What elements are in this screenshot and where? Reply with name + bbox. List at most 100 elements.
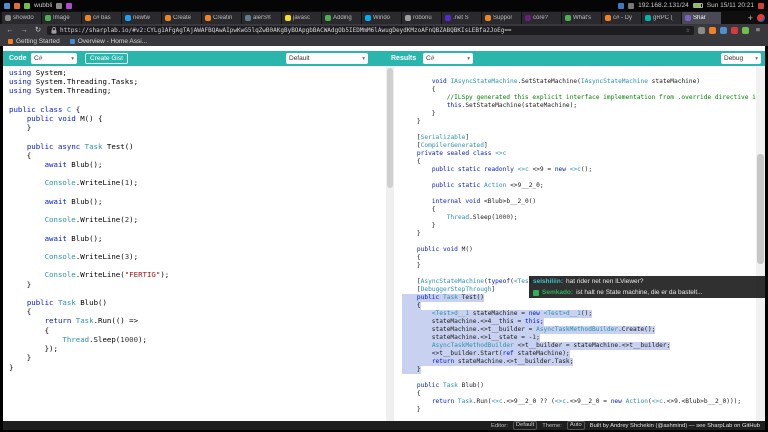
app-icon[interactable] (66, 2, 73, 9)
code-line: public Task Blub() (416, 382, 484, 389)
bookmark-favicon-icon (69, 38, 75, 44)
editor-setting-value[interactable]: Default (512, 421, 538, 430)
extension-icon[interactable] (731, 26, 738, 34)
new-tab-button[interactable]: + (744, 12, 757, 24)
browser-tab[interactable]: alerS® (242, 12, 282, 24)
theme-setting-value[interactable]: Auto (566, 421, 585, 430)
extension-icon[interactable] (720, 26, 727, 34)
code-line: await Blub(); (44, 196, 103, 206)
browser-tab[interactable]: .net S (442, 12, 482, 24)
branch-select[interactable]: Default ▾ (286, 53, 368, 64)
tray-icon[interactable] (628, 2, 635, 9)
code-line: Thread.Sleep(1000); (62, 334, 147, 344)
network-address: 192.168.2.131/24 (638, 2, 689, 9)
browser-tab[interactable]: showdo (2, 12, 42, 24)
footer-credits[interactable]: Built by Andrey Shchekin (@ashmind) — se… (590, 423, 760, 429)
back-icon[interactable]: ← (5, 25, 15, 35)
results-lines: void IAsyncStateMachine.SetStateMachine(… (402, 78, 756, 414)
code-line: { (9, 307, 32, 317)
browser-tab[interactable]: c# bas (82, 12, 122, 24)
browser-tab[interactable]: Create (162, 12, 202, 24)
browser-tab-strip: showdo Image c# bas newtw Create Creatin alerS… (0, 11, 768, 24)
code-line: } (402, 262, 421, 269)
chevron-down-icon: ▾ (362, 55, 365, 62)
browser-tab[interactable]: Windo (362, 12, 402, 24)
code-line: <Test>d__1 stateMachine = new <Test>d__1… (402, 310, 593, 318)
browser-tab[interactable]: gRPC ( (642, 12, 682, 24)
results-language-select[interactable]: C# ▾ (423, 53, 473, 64)
code-editor[interactable]: using System; using System.Threading.Task… (3, 66, 386, 421)
tab-favicon-icon (685, 15, 691, 21)
create-gist-button[interactable]: Create Gist (85, 53, 128, 64)
tab-label: robonu (413, 15, 432, 21)
bookmark-item[interactable]: Overview - Home Assi... (69, 38, 147, 45)
bookmark-item[interactable]: Getting Started (8, 38, 60, 45)
chat-text: hat rider net nen ILViewer? (565, 278, 644, 285)
app-icon[interactable] (14, 2, 20, 9)
url-bar[interactable]: https://sharplab.io/#v2:CYLg1AFgAgTAjAWA… (47, 25, 694, 35)
browser-tab[interactable]: c# - Dy (602, 12, 642, 24)
app-icon[interactable] (4, 2, 10, 9)
code-line: AsyncTaskMethodBuilder <>t__builder = st… (402, 342, 671, 350)
browser-tab[interactable]: Adding (322, 12, 362, 24)
code-line: stateMachine.<>4__this = this; (402, 318, 544, 326)
results-scrollbar-thumb[interactable] (757, 154, 764, 264)
build-mode-select[interactable]: Debug ▾ (721, 53, 761, 64)
editor-scrollbar-thumb[interactable] (387, 68, 393, 188)
tab-label: Adding (333, 15, 352, 21)
browser-tab[interactable]: What's (562, 12, 602, 24)
tray-icon[interactable] (618, 2, 625, 9)
code-line: { (9, 150, 32, 160)
sharplab-header: Code C# ▾ Create Gist Default ▾ Results … (3, 51, 765, 66)
forward-icon[interactable]: → (19, 25, 29, 35)
browser-tab[interactable]: newtw (122, 12, 162, 24)
browser-tab[interactable]: robonu (402, 12, 442, 24)
browser-tab[interactable]: Image (42, 12, 82, 24)
code-line: public Task Test() (402, 294, 484, 302)
code-line: { (9, 325, 50, 335)
browser-tab[interactable]: javasc (282, 12, 322, 24)
code-line: } (402, 366, 421, 374)
browser-tab[interactable]: core? (522, 12, 562, 24)
results-pane[interactable]: void IAsyncStateMachine.SetStateMachine(… (394, 66, 756, 421)
code-line: return stateMachine.<>t__builder.Task; (402, 358, 574, 366)
reload-icon[interactable]: ↻ (33, 25, 43, 35)
tab-label: Creatin (213, 15, 233, 21)
code-line: using System; (9, 68, 67, 77)
menu-icon[interactable]: ≡ (753, 25, 763, 35)
tab-overflow-icon[interactable] (757, 14, 765, 22)
extension-icon[interactable] (742, 26, 749, 34)
editor-scrollbar[interactable] (386, 66, 394, 421)
bookmarks-bar-items: Getting Started Overview - Home Assi... (8, 38, 147, 45)
browser-tab[interactable]: Creatin (202, 12, 242, 24)
app-icon[interactable] (56, 2, 63, 9)
code-language-select[interactable]: C# ▾ (31, 53, 77, 64)
code-line: { (402, 302, 421, 310)
browser-tab[interactable]: Shar (682, 12, 722, 24)
code-line: } (9, 362, 14, 372)
code-line: public async Task Test() (26, 141, 134, 151)
code-line: }); (9, 344, 58, 354)
code-line: stateMachine.<>t__builder = AsyncTaskMet… (402, 326, 656, 334)
bookmark-star-icon[interactable]: ☆ (686, 26, 690, 34)
extension-icon[interactable] (698, 26, 705, 34)
power-icon[interactable] (758, 2, 764, 9)
code-line: using System.Threading.Tasks; (9, 77, 139, 87)
browser-tab[interactable]: Suppor (482, 12, 522, 24)
code-line: [CompilerGenerated] (402, 142, 488, 149)
app-icon[interactable] (24, 2, 30, 9)
code-line: public Task Blub() (26, 298, 107, 308)
results-scrollbar[interactable] (756, 66, 765, 421)
tab-favicon-icon (165, 15, 171, 21)
extension-icon[interactable] (709, 26, 716, 34)
chat-username: seishiliin: (533, 278, 563, 285)
system-taskbar: wubbli 192.168.2.131/24 Sun 15/11 20:21 (0, 0, 768, 11)
